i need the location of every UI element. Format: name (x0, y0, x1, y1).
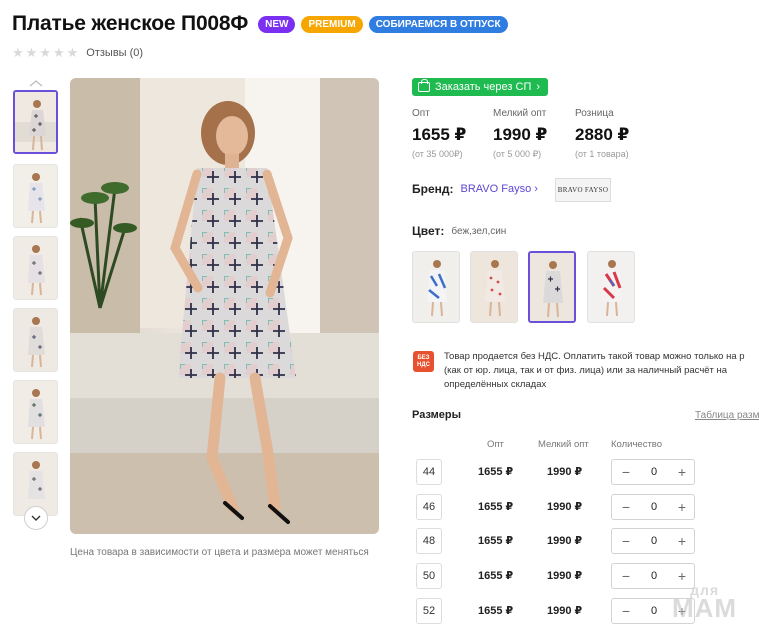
brand-link[interactable]: BRAVO Fayso (461, 183, 532, 195)
thumbnail-image[interactable] (13, 164, 58, 228)
badge-premium[interactable]: PREMIUM (301, 15, 363, 33)
star-icon[interactable]: ★ (26, 46, 38, 59)
thumbnail-image[interactable] (13, 236, 58, 300)
price-note: (от 35 000₽) (412, 149, 463, 159)
column-header-opt: Опт (487, 439, 504, 450)
price-small-wholesale: Мелкий опт 1990 ₽ (от 5 000 ₽) (493, 108, 547, 160)
quantity-value[interactable]: 0 (644, 501, 664, 513)
size-label: 52 (416, 598, 442, 624)
vat-notice: Товар продается без НДС. Оплатить такой … (444, 351, 745, 390)
thumbnail-image[interactable] (13, 308, 58, 372)
rating-row: ★ ★ ★ ★ ★ Отзывы (0) (12, 46, 143, 59)
size-row: 46 1655 ₽ 1990 ₽ − 0 + (416, 494, 716, 520)
quantity-stepper: − 0 + (611, 459, 695, 485)
thumbnail-strip (12, 78, 60, 530)
size-price-opt: 1655 ₽ (478, 535, 514, 547)
price-value: 2880 ₽ (575, 125, 630, 144)
chevron-down-icon[interactable] (24, 506, 48, 530)
minus-icon[interactable]: − (618, 602, 634, 620)
minus-icon[interactable]: − (618, 567, 634, 585)
size-price-small-opt: 1990 ₽ (547, 501, 583, 513)
product-title: Платье женское П008Ф (12, 12, 249, 35)
size-label: 48 (416, 528, 442, 554)
badge-vacation[interactable]: СОБИРАЕМСЯ В ОТПУСК (368, 15, 508, 33)
color-label: Цвет: (412, 224, 445, 238)
minus-icon[interactable]: − (618, 463, 634, 481)
quantity-value[interactable]: 0 (644, 605, 664, 617)
color-swatch[interactable] (587, 251, 635, 323)
size-price-opt: 1655 ₽ (478, 605, 514, 617)
size-chart-link[interactable]: Таблица разм (695, 410, 759, 421)
brand-logo[interactable]: BRAVO FAYSO (555, 178, 611, 202)
color-swatch[interactable] (528, 251, 576, 323)
price-label: Мелкий опт (493, 108, 547, 119)
quantity-value[interactable]: 0 (644, 535, 664, 547)
chevron-up-icon[interactable] (24, 78, 48, 88)
size-price-opt: 1655 ₽ (478, 570, 514, 582)
size-row: 52 1655 ₽ 1990 ₽ − 0 + (416, 598, 716, 624)
color-row: Цвет: беж,зел,син (412, 224, 506, 238)
quantity-value[interactable]: 0 (644, 570, 664, 582)
chevron-right-icon: › (536, 81, 541, 93)
star-icon[interactable]: ★ (53, 46, 65, 59)
brand-row: Бренд: BRAVO Fayso › (412, 182, 538, 196)
size-price-small-opt: 1990 ₽ (547, 466, 583, 478)
no-vat-icon: БЕЗ НДС (413, 351, 434, 372)
quantity-stepper: − 0 + (611, 528, 695, 554)
brand-label: Бренд: (412, 182, 454, 196)
size-row: 48 1655 ₽ 1990 ₽ − 0 + (416, 528, 716, 554)
order-via-sp-button[interactable]: Заказать через СП › (412, 78, 549, 96)
size-row: 50 1655 ₽ 1990 ₽ − 0 + (416, 563, 716, 589)
quantity-stepper: − 0 + (611, 494, 695, 520)
plus-icon[interactable]: + (674, 463, 690, 481)
order-button-label: Заказать через СП (435, 81, 532, 93)
star-icon[interactable]: ★ (67, 46, 79, 59)
main-product-photo[interactable] (70, 78, 379, 534)
color-value: беж,зел,син (451, 225, 507, 237)
product-header: Платье женское П008Ф NEW PREMIUM СОБИРАЕ… (12, 12, 508, 36)
column-header-small-opt: Мелкий опт (538, 439, 589, 450)
plus-icon[interactable]: + (674, 532, 690, 550)
minus-icon[interactable]: − (618, 532, 634, 550)
size-label: 50 (416, 563, 442, 589)
size-row: 44 1655 ₽ 1990 ₽ − 0 + (416, 459, 716, 485)
size-price-opt: 1655 ₽ (478, 466, 514, 478)
column-header-quantity: Количество (611, 439, 663, 450)
size-price-small-opt: 1990 ₽ (547, 605, 583, 617)
price-value: 1990 ₽ (493, 125, 548, 144)
size-label: 46 (416, 494, 442, 520)
price-retail: Розница 2880 ₽ (от 1 товара) (575, 108, 629, 159)
thumbnail-image[interactable] (13, 90, 58, 154)
thumbnail-image[interactable] (13, 380, 58, 444)
watermark: для МАМ (672, 583, 737, 621)
minus-icon[interactable]: − (618, 498, 634, 516)
chevron-right-icon[interactable]: › (534, 183, 538, 195)
cart-icon (418, 79, 430, 92)
size-price-small-opt: 1990 ₽ (547, 570, 583, 582)
price-note: (от 5 000 ₽) (493, 149, 542, 159)
sizes-title: Размеры (412, 409, 462, 421)
size-label: 44 (416, 459, 442, 485)
plus-icon[interactable]: + (674, 498, 690, 516)
star-icon[interactable]: ★ (12, 46, 24, 59)
quantity-value[interactable]: 0 (644, 466, 664, 478)
badge-new[interactable]: NEW (258, 15, 296, 33)
price-value: 1655 ₽ (412, 125, 467, 144)
price-label: Опт (412, 108, 430, 119)
star-icon[interactable]: ★ (39, 46, 51, 59)
price-label: Розница (575, 108, 614, 119)
price-disclaimer: Цена товара в зависимости от цвета и раз… (70, 547, 369, 558)
color-swatch[interactable] (412, 251, 460, 323)
color-swatch[interactable] (470, 251, 518, 323)
size-price-small-opt: 1990 ₽ (547, 535, 583, 547)
price-note: (от 1 товара) (575, 149, 629, 159)
size-price-opt: 1655 ₽ (478, 501, 514, 513)
reviews-link[interactable]: Отзывы (0) (86, 47, 143, 59)
watermark-line2: МАМ (672, 593, 738, 623)
price-wholesale: Опт 1655 ₽ (от 35 000₽) (412, 108, 466, 160)
